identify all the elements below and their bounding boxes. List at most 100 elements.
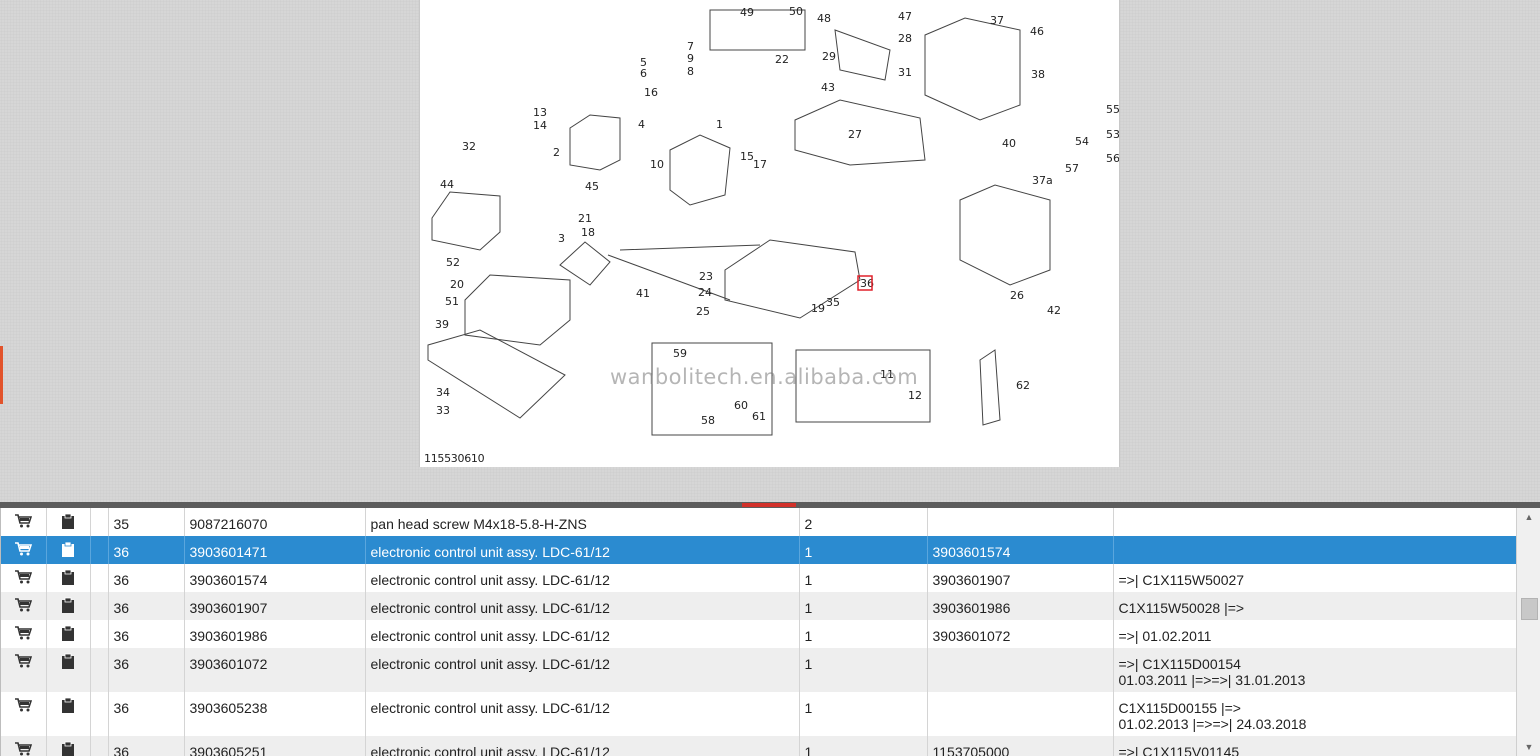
callout-20: 20	[450, 278, 464, 291]
part-number-cell: 3903601471	[184, 536, 366, 564]
clipboard-button[interactable]	[46, 736, 91, 756]
shopping-cart-icon[interactable]	[14, 598, 33, 616]
wiring-lines	[607, 244, 761, 301]
clipboard-button[interactable]	[46, 508, 91, 536]
shopping-cart-button[interactable]	[1, 508, 47, 536]
callout-43: 43	[821, 81, 835, 94]
callout-51: 51	[445, 295, 459, 308]
table-row[interactable]: 36 3903601986 electronic control unit assy…	[1, 620, 1517, 648]
part-number-cell: 3903601574	[184, 564, 366, 592]
callout-35: 35	[826, 296, 840, 309]
shopping-cart-icon[interactable]	[14, 654, 33, 672]
replacement-part-cell	[927, 692, 1114, 736]
position-cell: 36	[108, 692, 185, 736]
exploded-parts-diagram[interactable]: 1 2 3 4 5 6 7 8 9 10 11 12 13 14 15 16 17 18 19 20 21 22 23 24 2…	[419, 0, 1120, 467]
position-cell: 36	[108, 536, 185, 564]
table-row[interactable]: 36 3903601072 electronic control unit assy…	[1, 648, 1517, 692]
clipboard-button[interactable]	[46, 648, 91, 692]
callout-4: 4	[638, 118, 645, 131]
table-row[interactable]: 36 3903601574 electronic control unit assy…	[1, 564, 1517, 592]
replacement-part-cell: 1153705000	[927, 736, 1114, 756]
remark-line-1: =>| 01.02.2011	[1118, 628, 1212, 644]
callout-58: 58	[701, 414, 715, 427]
clipboard-icon[interactable]	[61, 653, 75, 673]
callout-52: 52	[446, 256, 460, 269]
shopping-cart-icon[interactable]	[14, 514, 33, 532]
clipboard-icon[interactable]	[61, 625, 75, 645]
callout-23: 23	[699, 270, 713, 283]
shopping-cart-icon[interactable]	[14, 626, 33, 644]
clipboard-button[interactable]	[46, 536, 91, 564]
callout-61: 61	[752, 410, 766, 423]
callout-16: 16	[644, 86, 658, 99]
callout-22: 22	[775, 53, 789, 66]
part-number-cell: 3903605251	[184, 736, 366, 756]
shopping-cart-button[interactable]	[1, 692, 47, 736]
remark-line-1: =>| C1X115V01145	[1118, 744, 1240, 756]
shopping-cart-icon[interactable]	[14, 542, 33, 560]
table-row[interactable]: 36 3903605251 electronic control unit assy…	[1, 736, 1517, 756]
scroll-up-arrow-icon[interactable]: ▲	[1517, 508, 1540, 526]
row-marker-cell	[90, 508, 109, 536]
description-cell: electronic control unit assy. LDC-61/12	[365, 564, 800, 592]
scroll-thumb[interactable]	[1521, 598, 1538, 620]
callout-53: 53	[1106, 128, 1119, 141]
remark-cell: =>| 01.02.2011	[1113, 620, 1517, 648]
table-row[interactable]: 36 3903605238 electronic control unit assy…	[1, 692, 1517, 736]
clipboard-icon[interactable]	[61, 541, 75, 561]
shopping-cart-icon[interactable]	[14, 698, 33, 716]
clipboard-icon[interactable]	[61, 569, 75, 589]
table-row[interactable]: 36 3903601471 electronic control unit assy…	[1, 536, 1517, 564]
remark-cell: =>| C1X115W50027	[1113, 564, 1517, 592]
splitter-grip[interactable]	[742, 503, 796, 507]
callout-25: 25	[696, 305, 710, 318]
remark-cell: C1X115W50028 |=>	[1113, 592, 1517, 620]
callout-34: 34	[436, 386, 450, 399]
callout-19: 19	[811, 302, 825, 315]
shopping-cart-button[interactable]	[1, 736, 47, 756]
diagram-drawing: 1234567891011121314151617181920212223242…	[427, 5, 1119, 436]
quantity-cell: 1	[799, 564, 928, 592]
row-marker-cell	[90, 536, 109, 564]
shopping-cart-button[interactable]	[1, 536, 47, 564]
shopping-cart-button[interactable]	[1, 620, 47, 648]
clipboard-button[interactable]	[46, 620, 91, 648]
replacement-part-cell: 3903601907	[927, 564, 1114, 592]
callout-3: 3	[558, 232, 565, 245]
callout-13: 13	[533, 106, 547, 119]
callout-31: 31	[898, 66, 912, 79]
clipboard-icon[interactable]	[61, 697, 75, 717]
table-row[interactable]: 35 9087216070 pan head screw M4x18-5.8-H-Z…	[1, 508, 1517, 536]
table-scrollbar[interactable]: ▲ ▼	[1516, 508, 1540, 756]
shopping-cart-icon[interactable]	[14, 570, 33, 588]
callout-2: 2	[553, 146, 560, 159]
clipboard-button[interactable]	[46, 692, 91, 736]
shopping-cart-icon[interactable]	[14, 742, 33, 756]
shopping-cart-button[interactable]	[1, 564, 47, 592]
clipboard-button[interactable]	[46, 564, 91, 592]
shopping-cart-button[interactable]	[1, 648, 47, 692]
replacement-part-cell	[927, 508, 1114, 536]
callout-37: 37	[990, 14, 1004, 27]
shopping-cart-button[interactable]	[1, 592, 47, 620]
clipboard-icon[interactable]	[61, 741, 75, 756]
description-cell: pan head screw M4x18-5.8-H-ZNS	[365, 508, 800, 536]
callout-29: 29	[822, 50, 836, 63]
callout-54: 54	[1075, 135, 1089, 148]
clipboard-button[interactable]	[46, 592, 91, 620]
callout-57: 57	[1065, 162, 1079, 175]
diagram-viewport: 1 2 3 4 5 6 7 8 9 10 11 12 13 14 15 16 17 18 19 20 21 22 23 24 2…	[0, 0, 1540, 502]
diagram-id: 115530610	[424, 452, 485, 465]
callout-8: 8	[687, 65, 694, 78]
clipboard-icon[interactable]	[61, 597, 75, 617]
quantity-cell: 1	[799, 736, 928, 756]
position-cell: 36	[108, 648, 185, 692]
remark-cell	[1113, 508, 1517, 536]
callout-1: 1	[716, 118, 723, 131]
clipboard-icon[interactable]	[61, 513, 75, 533]
scroll-down-arrow-icon[interactable]: ▼	[1517, 738, 1540, 756]
position-cell: 36	[108, 592, 185, 620]
table-row[interactable]: 36 3903601907 electronic control unit assy…	[1, 592, 1517, 620]
part-51-module	[464, 274, 571, 346]
quantity-cell: 2	[799, 508, 928, 536]
